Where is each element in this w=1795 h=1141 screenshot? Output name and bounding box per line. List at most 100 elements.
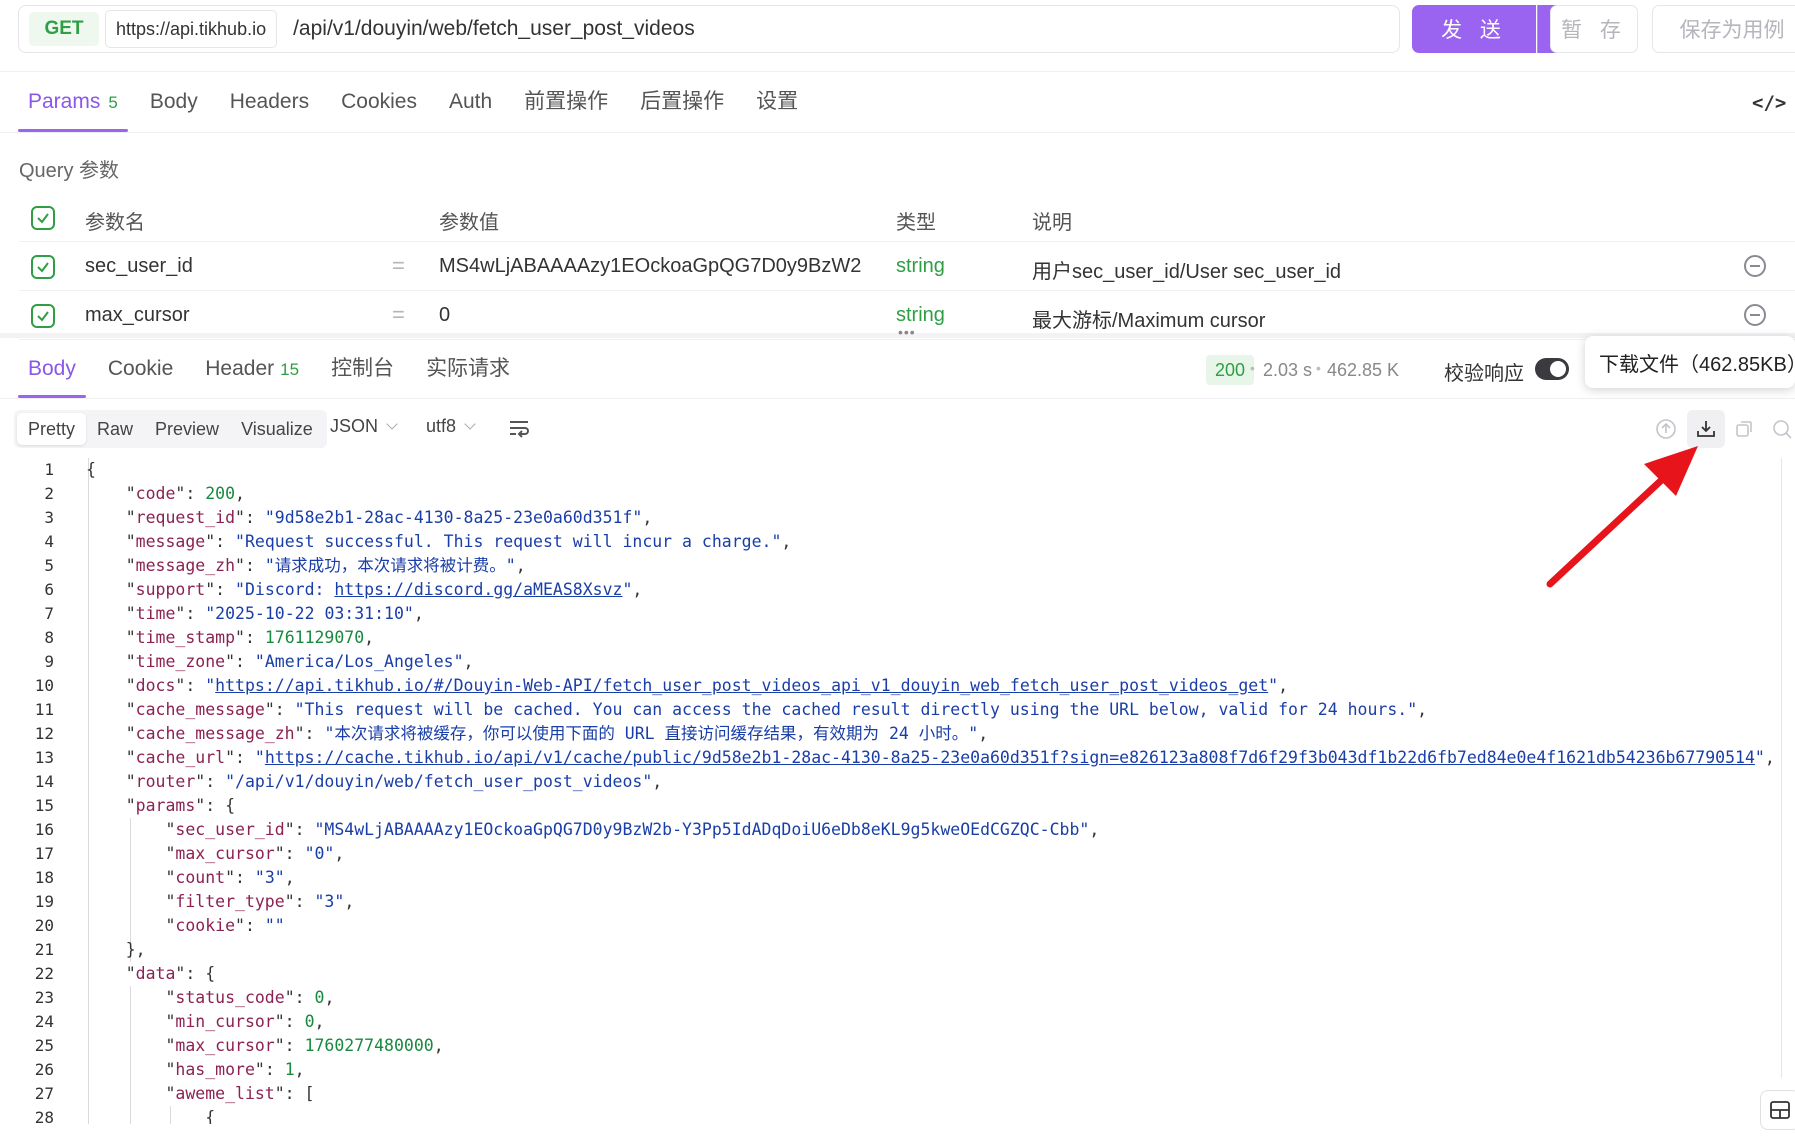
tab-post-operations[interactable]: 后置操作 [630,88,734,132]
tab-label: Header [205,357,275,380]
tab-response-header[interactable]: Header 15 [195,352,309,398]
splitter-handle[interactable]: ••• [898,325,916,339]
divider [0,398,1795,399]
remove-circle-icon[interactable] [1744,304,1766,326]
wrap-lines-icon[interactable] [508,418,530,438]
line-number: 13 [34,748,54,767]
code-line: 15 "params": { [0,794,1795,818]
status-badge: 200 [1206,355,1255,385]
line-number: 4 [44,532,54,551]
tab-settings[interactable]: 设置 [746,88,808,132]
line-number: 7 [44,604,54,623]
line-number: 21 [34,940,54,959]
response-code-view[interactable]: 1{2 "code": 200, 3 "request_id": "9d58e2b… [0,458,1795,1124]
code-line: 28 { [0,1106,1795,1124]
code-line: 18 "count": "3", [0,866,1795,890]
tab-response-cookie[interactable]: Cookie [98,352,183,398]
code-text: "min_cursor": 0, [86,1012,325,1031]
tab-cookies[interactable]: Cookies [331,88,427,132]
row-checkbox[interactable] [31,255,55,279]
tab-pre-operations[interactable]: 前置操作 [514,88,618,132]
code-text: "max_cursor": "0", [86,844,345,863]
code-line: 7 "time": "2025-10-22 03:31:10", [0,602,1795,626]
check-icon [37,262,49,273]
scrollbar[interactable] [1781,458,1782,1078]
line-number: 11 [34,700,54,719]
code-line: 2 "code": 200, [0,482,1795,506]
format-select[interactable]: JSON [330,416,398,437]
tab-headers[interactable]: Headers [220,88,319,132]
select-all-checkbox[interactable] [31,206,55,230]
download-icon[interactable] [1695,418,1717,440]
tab-params[interactable]: Params 5 [18,88,128,132]
view-pretty[interactable]: Pretty [17,413,87,445]
tab-response-body[interactable]: Body [18,352,86,398]
code-text: "has_more": 1, [86,1060,305,1079]
save-temp-button[interactable]: 暂 存 [1550,5,1638,53]
encoding-select[interactable]: utf8 [426,416,476,437]
param-value[interactable]: 0 [439,304,450,327]
copy-icon[interactable] [1733,418,1755,440]
line-number: 27 [34,1084,54,1103]
tab-body[interactable]: Body [140,88,208,132]
param-desc[interactable]: 最大游标/Maximum cursor [1032,304,1265,333]
param-type[interactable]: string [896,255,945,278]
divider [0,132,1795,133]
param-name[interactable]: max_cursor [85,304,189,327]
verify-response-toggle[interactable] [1535,358,1569,380]
encoding-value: utf8 [426,416,457,436]
code-text: "request_id": "9d58e2b1-28ac-4130-8a25-2… [86,508,653,527]
code-line: 27 "aweme_list": [ [0,1082,1795,1106]
param-name[interactable]: sec_user_id [85,255,193,278]
header-value: 参数值 [439,212,499,234]
send-button[interactable]: 发 送 [1412,5,1536,53]
view-raw[interactable]: Raw [86,413,144,445]
line-number: 18 [34,868,54,887]
row-checkbox[interactable] [31,304,55,328]
code-line: 26 "has_more": 1, [0,1058,1795,1082]
code-line: 9 "time_zone": "America/Los_Angeles", [0,650,1795,674]
header-desc: 说明 [1032,212,1072,234]
code-line: 22 "data": { [0,962,1795,986]
code-text: "router": "/api/v1/douyin/web/fetch_user… [86,772,663,791]
layout-button[interactable] [1760,1090,1795,1130]
tab-actual-request[interactable]: 实际请求 [416,352,520,398]
search-icon[interactable] [1771,418,1793,440]
base-url-select[interactable]: https://api.tikhub.io [105,10,278,48]
line-number: 22 [34,964,54,983]
param-value[interactable]: MS4wLjABAAAAzy1EOckoaGpQG7D0y9BzW2 [439,255,861,278]
code-text: "sec_user_id": "MS4wLjABAAAAzy1EOckoaGpQ… [86,820,1100,839]
line-number: 15 [34,796,54,815]
line-number: 3 [44,508,54,527]
verify-response-label: 校验响应 [1444,363,1524,385]
table-header-row: 参数名 参数值 类型 说明 [19,193,1795,242]
line-number: 14 [34,772,54,791]
code-text: "time_zone": "America/Los_Angeles", [86,652,474,671]
table-row: sec_user_id = MS4wLjABAAAAzy1EOckoaGpQG7… [19,242,1795,291]
equals-sign: = [392,253,405,278]
line-number: 24 [34,1012,54,1031]
method-select[interactable]: GET [29,12,99,46]
check-icon [37,213,49,224]
query-section-title: Query 参数 [19,160,120,182]
path-input[interactable]: /api/v1/douyin/web/fetch_user_post_video… [293,17,695,41]
line-number: 12 [34,724,54,743]
param-desc[interactable]: 用户sec_user_id/User sec_user_id [1032,255,1341,284]
tab-auth[interactable]: Auth [439,88,502,132]
separator-dot: • [1316,360,1321,376]
response-tabs: Body Cookie Header 15 控制台 实际请求 [18,352,532,398]
remove-circle-icon[interactable] [1744,255,1766,277]
header-count-badge: 15 [280,360,300,379]
view-preview[interactable]: Preview [144,413,230,445]
tab-console[interactable]: 控制台 [321,352,404,398]
view-visualize[interactable]: Visualize [230,413,324,445]
code-icon[interactable]: </> [1752,92,1786,114]
chevron-down-icon [386,418,398,430]
url-bar: GET https://api.tikhub.io /api/v1/douyin… [18,5,1400,53]
line-number: 6 [44,580,54,599]
line-number: 5 [44,556,54,575]
code-line: 11 "cache_message": "This request will b… [0,698,1795,722]
upload-icon[interactable] [1655,418,1677,440]
code-line: 19 "filter_type": "3", [0,890,1795,914]
save-as-case-button[interactable]: 保存为用例 [1652,5,1795,53]
